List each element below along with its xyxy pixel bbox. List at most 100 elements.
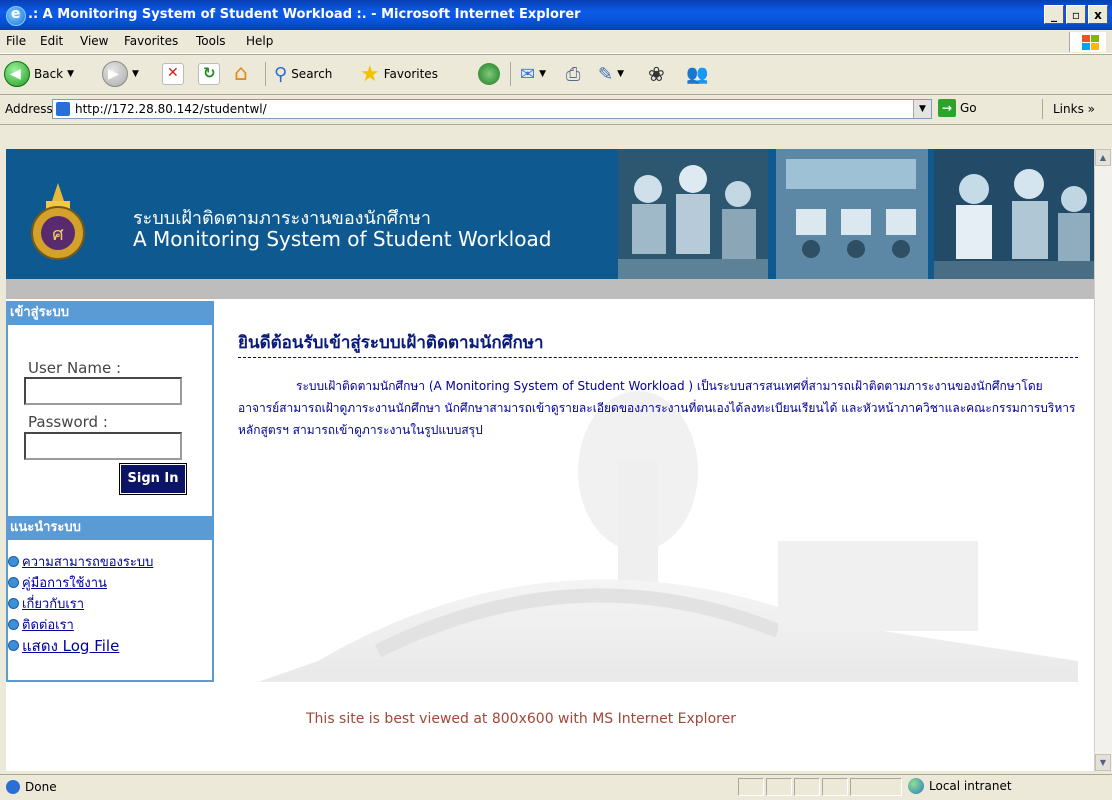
- messenger-button[interactable]: 👥: [686, 60, 708, 88]
- guide-header: แนะนำระบบ: [8, 516, 212, 540]
- page-icon: [56, 102, 70, 116]
- address-dropdown-button[interactable]: ▼: [913, 100, 931, 118]
- ie-icon: [6, 6, 26, 26]
- guide-nav: ความสามารถของระบบ คู่มือการใช้งาน เกี่ยว…: [8, 551, 153, 656]
- discuss-icon: ❀: [648, 62, 665, 86]
- refresh-button[interactable]: ↻: [198, 60, 220, 88]
- home-icon: ⌂: [234, 61, 248, 86]
- sign-in-button[interactable]: Sign In: [119, 463, 187, 495]
- username-label: User Name :: [28, 359, 122, 377]
- mail-button[interactable]: ✉ ▼: [520, 60, 546, 88]
- history-button[interactable]: [478, 60, 500, 88]
- password-input[interactable]: [24, 432, 182, 460]
- history-icon: [478, 63, 500, 85]
- sidebar: เข้าสู่ระบบ User Name : Password : Sign …: [6, 301, 214, 682]
- menu-view[interactable]: View: [80, 34, 108, 48]
- chevron-down-icon: ▼: [539, 69, 547, 79]
- links-label: Links: [1053, 102, 1084, 116]
- edit-button[interactable]: ✎ ▼: [598, 60, 624, 88]
- address-label: Address: [5, 102, 53, 116]
- nav-item-contact[interactable]: ติดต่อเรา: [8, 614, 153, 635]
- toolbar: ◀ Back ▼ ▶ ▼ ✕ ↻ ⌂ ⚲ Search ★ Favorites …: [0, 54, 1112, 95]
- chevron-down-icon: ▼: [617, 69, 625, 79]
- stop-button[interactable]: ✕: [162, 60, 184, 88]
- zone-label: Local intranet: [929, 779, 1012, 793]
- print-button[interactable]: ⎙: [566, 60, 580, 88]
- windows-logo-icon: [1069, 32, 1106, 52]
- home-button[interactable]: ⌂: [232, 60, 256, 88]
- nav-item-log-file[interactable]: แสดง Log File: [8, 635, 153, 656]
- vertical-scrollbar[interactable]: ▲ ▼: [1094, 149, 1112, 771]
- back-label: Back: [34, 67, 64, 81]
- nav-item-about[interactable]: เกี่ยวกับเรา: [8, 593, 153, 614]
- menu-edit[interactable]: Edit: [40, 34, 63, 48]
- nav-link-manual[interactable]: คู่มือการใช้งาน: [22, 572, 107, 593]
- welcome-heading: ยินดีต้อนรับเข้าสู่ระบบเฝ้าติดตามนักศึกษ…: [238, 333, 544, 353]
- back-button[interactable]: ◀ Back ▼: [4, 60, 74, 88]
- bullet-icon: [8, 577, 19, 588]
- discuss-button[interactable]: ❀: [648, 60, 665, 88]
- menu-bar: File Edit View Favorites Tools Help: [0, 30, 1112, 54]
- messenger-icon: 👥: [686, 63, 709, 85]
- search-label: Search: [291, 67, 333, 81]
- refresh-icon: ↻: [198, 63, 220, 85]
- stop-icon: ✕: [162, 63, 184, 85]
- intranet-globe-icon: [908, 778, 924, 794]
- status-text: Done: [25, 780, 57, 794]
- status-bar: Done Local intranet: [0, 774, 1112, 800]
- window-title: .: A Monitoring System of Student Worklo…: [28, 7, 581, 22]
- nav-link-log-file[interactable]: แสดง Log File: [22, 634, 119, 658]
- svg-text:ศ: ศ: [52, 224, 64, 245]
- bullet-icon: [8, 640, 19, 651]
- address-url: http://172.28.80.142/studentwl/: [75, 102, 267, 116]
- page-status-icon: [6, 780, 20, 794]
- university-emblem-icon: ศ: [31, 183, 85, 260]
- security-zone: Local intranet: [908, 778, 1012, 794]
- star-icon: ★: [360, 61, 380, 87]
- students-photo-1: [618, 149, 768, 279]
- minimize-button[interactable]: _: [1044, 5, 1064, 24]
- forward-button[interactable]: ▶ ▼: [102, 60, 139, 88]
- password-label: Password :: [28, 413, 108, 431]
- nav-item-features[interactable]: ความสามารถของระบบ: [8, 551, 153, 572]
- main-content: ยินดีต้อนรับเข้าสู่ระบบเฝ้าติดตามนักศึกษ…: [218, 301, 1094, 682]
- maximize-button[interactable]: ▫: [1066, 5, 1086, 24]
- banner-divider: [6, 279, 1094, 299]
- nav-item-manual[interactable]: คู่มือการใช้งาน: [8, 572, 153, 593]
- forward-arrow-icon: ▶: [102, 61, 128, 87]
- students-photo-3: [934, 149, 1094, 279]
- favorites-button[interactable]: ★ Favorites: [360, 60, 438, 88]
- chevron-down-icon: ▼: [132, 69, 139, 79]
- bullet-icon: [8, 556, 19, 567]
- mail-icon: ✉: [520, 63, 536, 85]
- nav-link-features[interactable]: ความสามารถของระบบ: [22, 551, 153, 572]
- window-title-bar[interactable]: .: A Monitoring System of Student Worklo…: [0, 0, 1112, 30]
- status-done: Done: [6, 780, 57, 794]
- menu-file[interactable]: File: [6, 34, 26, 48]
- search-icon: ⚲: [274, 63, 288, 85]
- nav-link-about[interactable]: เกี่ยวกับเรา: [22, 593, 84, 614]
- search-button[interactable]: ⚲ Search: [274, 60, 332, 88]
- menu-tools[interactable]: Tools: [196, 34, 226, 48]
- go-arrow-icon: →: [938, 99, 956, 117]
- chevron-down-icon: ▼: [67, 69, 75, 79]
- bullet-icon: [8, 619, 19, 630]
- scroll-down-button[interactable]: ▼: [1095, 754, 1111, 771]
- divider: [238, 357, 1078, 358]
- students-photo-2: [776, 149, 928, 279]
- back-arrow-icon: ◀: [4, 61, 30, 87]
- close-button[interactable]: x: [1088, 5, 1108, 24]
- edit-page-icon: ✎: [598, 63, 614, 85]
- nav-link-contact[interactable]: ติดต่อเรา: [22, 614, 74, 635]
- login-header: เข้าสู่ระบบ: [8, 301, 212, 325]
- menu-help[interactable]: Help: [246, 34, 273, 48]
- scroll-up-button[interactable]: ▲: [1095, 149, 1111, 166]
- username-input[interactable]: [24, 377, 182, 405]
- printer-icon: ⎙: [566, 63, 581, 85]
- menu-favorites[interactable]: Favorites: [124, 34, 178, 48]
- address-input[interactable]: http://172.28.80.142/studentwl/ ▼: [52, 99, 932, 119]
- page-viewport: ศ ระบบเฝ้าติดตามภาระงานของนักศึกษา A Mon…: [6, 149, 1094, 771]
- address-bar: Address http://172.28.80.142/studentwl/ …: [0, 95, 1112, 125]
- go-button[interactable]: → Go: [938, 99, 977, 117]
- links-button[interactable]: Links »: [1042, 99, 1095, 119]
